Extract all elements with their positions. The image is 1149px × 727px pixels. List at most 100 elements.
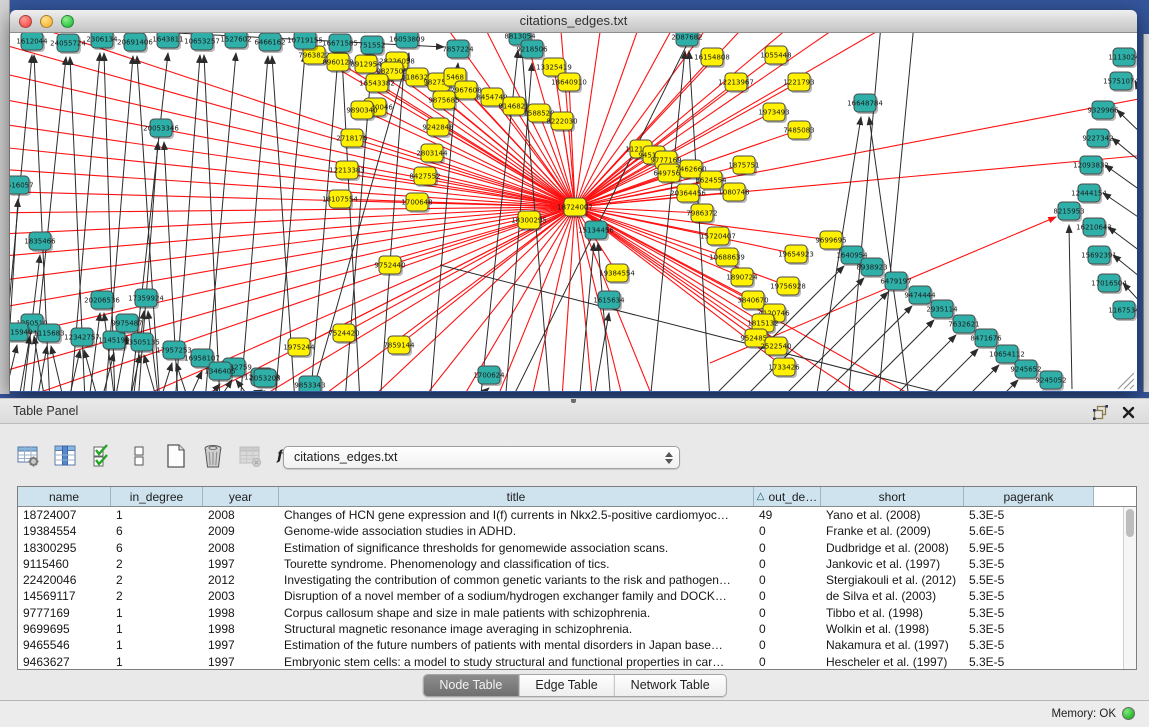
table-cell[interactable]: 5.3E-5 [964,605,1094,621]
table-cell[interactable]: 5.3E-5 [964,637,1094,653]
table-cell[interactable]: Embryonic stem cells: a model to study s… [279,654,754,670]
table-cell[interactable]: 2008 [203,507,279,523]
table-cell[interactable]: 0 [754,572,821,588]
graph-node[interactable]: 751552 [359,36,386,56]
column-header-in_degree[interactable]: in_degree [111,487,203,506]
tab-node-table[interactable]: Node Table [423,675,519,696]
graph-node[interactable]: 1080748 [718,183,749,203]
graph-node[interactable]: 2522540 [760,337,791,357]
graph-node[interactable]: 15692391 [1081,246,1117,266]
table-row[interactable]: 946362711997Embryonic stem cells: a mode… [18,654,1136,670]
graph-node[interactable]: 1875751 [728,156,759,176]
table-cell[interactable]: 5.3E-5 [964,621,1094,637]
graph-node[interactable]: 1167534 [1108,301,1137,321]
table-cell[interactable]: 5.3E-5 [964,588,1094,604]
column-header-out_de[interactable]: △out_de… [754,487,821,506]
table-row[interactable]: 2242004622012Investigating the contribut… [18,572,1136,588]
close-panel-icon[interactable] [1119,403,1137,421]
graph-node[interactable]: 8215953 [1053,202,1084,222]
table-cell[interactable]: 19384554 [18,523,111,539]
graph-node[interactable]: 17359924 [128,289,164,309]
table-cell[interactable]: 2003 [203,588,279,604]
graph-edge[interactable] [10,207,575,343]
graph-node[interactable]: 16648784 [847,94,883,114]
graph-node[interactable]: 12444154 [1071,184,1107,204]
graph-edge[interactable] [90,313,100,391]
table-cell[interactable]: 5.3E-5 [964,556,1094,572]
graph-node[interactable]: 20206536 [84,291,120,311]
table-settings-icon[interactable] [14,442,42,470]
table-cell[interactable]: 9115460 [18,556,111,572]
graph-edge[interactable] [390,207,575,265]
tab-network-table[interactable]: Network Table [615,675,726,696]
graph-node[interactable]: 9218506 [516,40,548,60]
table-cell[interactable]: 2 [111,572,203,588]
graph-node[interactable]: 16053809 [389,33,425,50]
graph-edge[interactable] [51,346,62,391]
graph-node[interactable]: 15720407 [700,227,736,247]
table-row[interactable]: 946554611997Estimation of the future num… [18,637,1136,653]
graph-edge[interactable] [801,349,978,391]
graph-node[interactable]: 1973493 [758,103,789,123]
graph-node[interactable]: 15751074 [1103,72,1137,92]
table-cell[interactable]: Franke et al. (2009) [821,523,964,539]
graph-edge[interactable] [478,388,489,391]
table-cell[interactable]: Tourette syndrome. Phenomenology and cla… [279,556,754,572]
select-columns-icon[interactable] [51,442,79,470]
graph-edge[interactable] [445,207,575,391]
table-cell[interactable]: 1 [111,621,203,637]
table-cell[interactable]: Stergiakouli et al. (2012) [821,572,964,588]
table-cell[interactable]: 18724007 [18,507,111,523]
graph-edge[interactable] [575,33,602,207]
clear-selection-icon[interactable] [125,442,153,470]
graph-node[interactable]: 12213383 [329,161,365,181]
graph-node[interactable]: 9227342 [1082,129,1113,149]
panel-drag-handle[interactable] [571,399,576,403]
graph-node[interactable]: 9242848 [422,118,453,138]
table-cell[interactable]: 22420046 [18,572,111,588]
table-row[interactable]: 1456911722003Disruption of a novel membe… [18,588,1136,604]
graph-node[interactable]: 7857224 [442,40,474,60]
vertical-scrollbar[interactable] [1123,507,1136,669]
table-row[interactable]: 977716911998Corpus callosum shape and si… [18,605,1136,621]
graph-node[interactable]: 1115683 [33,324,64,344]
graph-node[interactable]: 9890340 [346,101,377,121]
graph-edge[interactable] [869,117,908,391]
graph-edge[interactable] [779,335,956,391]
table-row[interactable]: 969969511998Structural magnetic resonanc… [18,621,1136,637]
table-cell[interactable]: 0 [754,556,821,572]
column-header-name[interactable]: name [18,487,111,506]
table-cell[interactable]: Corpus callosum shape and size in male p… [279,605,754,621]
table-cell[interactable]: 0 [754,540,821,556]
graph-node[interactable]: 1221793 [783,73,814,93]
table-cell[interactable]: Tibbo et al. (1998) [821,605,964,621]
column-header-pagerank[interactable]: pagerank [964,487,1094,506]
table-cell[interactable]: Yano et al. (2008) [821,507,964,523]
graph-node[interactable]: 16154808 [694,48,730,68]
graph-node[interactable]: 1700648 [401,193,432,213]
graph-edge[interactable] [144,355,155,391]
table-cell[interactable]: Disruption of a novel member of a sodium… [279,588,754,604]
graph-edge[interactable] [10,207,575,213]
table-cell[interactable]: 1 [111,605,203,621]
table-cell[interactable]: 2 [111,556,203,572]
graph-edge[interactable] [848,33,882,391]
table-cell[interactable]: 0 [754,588,821,604]
graph-edge[interactable] [525,207,575,391]
table-cell[interactable]: Genome-wide association studies in ADHD. [279,523,754,539]
graph-node[interactable]: 6466162 [254,33,285,53]
graph-node[interactable]: 9853343 [294,376,325,391]
table-cell[interactable]: 0 [754,654,821,670]
graph-node[interactable]: 10653257 [184,33,220,52]
graph-node[interactable]: 12342757 [64,328,100,348]
graph-edge[interactable] [240,56,268,391]
graph-node[interactable]: 16210643 [1076,218,1112,238]
table-cell[interactable]: Wolkin et al. (1998) [821,621,964,637]
graph-node[interactable]: 19756928 [770,277,806,297]
graph-edge[interactable] [34,336,44,391]
table-cell[interactable]: 9777169 [18,605,111,621]
graph-edge[interactable] [352,138,575,207]
table-cell[interactable]: 18300295 [18,540,111,556]
graph-node[interactable]: 1835466 [24,232,56,252]
table-selector-dropdown[interactable]: citations_edges.txt [283,446,680,469]
